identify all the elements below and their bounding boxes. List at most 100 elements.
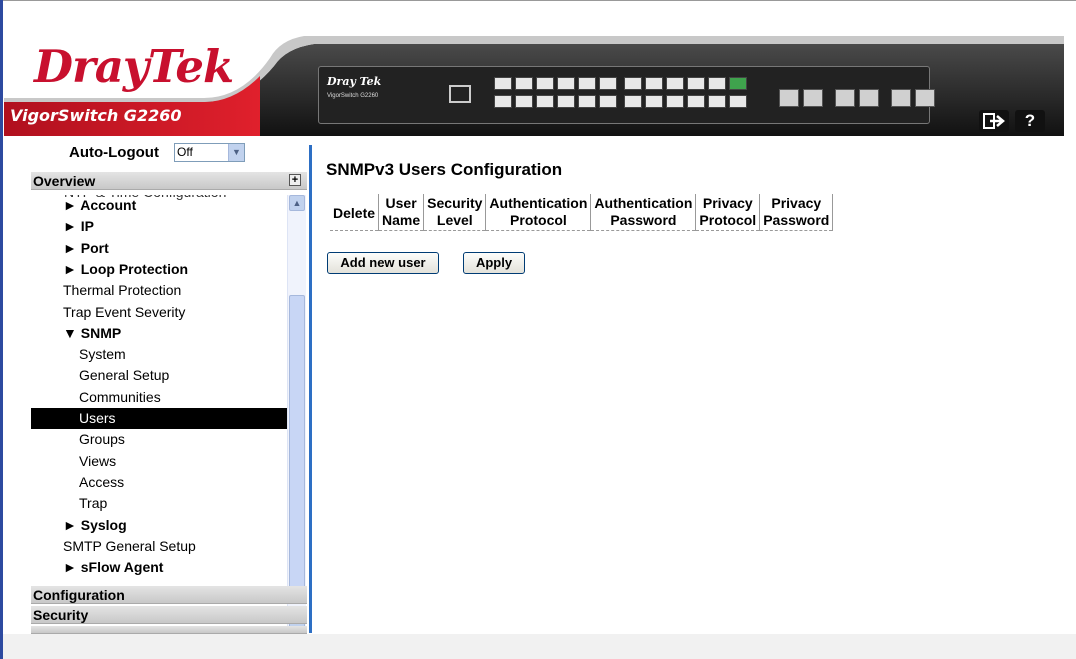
add-new-user-button[interactable]: Add new user bbox=[327, 252, 439, 274]
sidebar-item-syslog[interactable]: ► Syslog bbox=[31, 515, 287, 536]
ethernet-port bbox=[687, 95, 705, 108]
auto-logout-label: Auto-Logout bbox=[69, 144, 159, 161]
sfp-port bbox=[835, 89, 855, 107]
ethernet-port bbox=[515, 77, 533, 90]
expand-plus-icon[interactable]: + bbox=[289, 174, 301, 186]
section-configuration[interactable]: Configuration bbox=[31, 586, 307, 604]
column-header: Privacy Password bbox=[759, 194, 834, 231]
configuration-label: Configuration bbox=[33, 587, 125, 603]
logout-arrow-icon bbox=[983, 113, 1005, 129]
sidebar-item-groups[interactable]: Groups bbox=[31, 429, 287, 450]
auto-logout-select[interactable]: Off ▼ bbox=[174, 143, 245, 162]
draytek-logo: DrayTek bbox=[34, 40, 234, 93]
column-header: Privacy Protocol bbox=[695, 194, 761, 231]
section-security[interactable]: Security bbox=[31, 606, 307, 624]
column-header-line: Authentication bbox=[489, 195, 588, 211]
scroll-thumb[interactable] bbox=[289, 295, 305, 603]
sidebar-item-trap-event-severity[interactable]: Trap Event Severity bbox=[31, 302, 287, 323]
header-banner: DrayTek VigorSwitch G2260 Dray Tek Vigor… bbox=[4, 30, 1064, 136]
snmpv3-users-table: Delete User Name Security Level Authenticatio… bbox=[330, 194, 834, 231]
sidebar-item-snmp[interactable]: ▼ SNMP bbox=[31, 323, 287, 344]
ethernet-port bbox=[557, 77, 575, 90]
ethernet-port bbox=[624, 77, 642, 90]
help-icon: ? bbox=[1024, 111, 1036, 130]
ethernet-port bbox=[494, 77, 512, 90]
column-header-line: Privacy bbox=[702, 195, 753, 211]
column-header-line: Delete bbox=[333, 204, 376, 221]
sfp-port bbox=[891, 89, 911, 107]
ethernet-port bbox=[578, 95, 596, 108]
column-header-line: Password bbox=[610, 212, 677, 228]
content-divider bbox=[309, 145, 312, 633]
menu-list: NTP & Time Configuration ► Account► IP► … bbox=[31, 195, 307, 597]
ethernet-port bbox=[687, 77, 705, 90]
ethernet-port bbox=[645, 95, 663, 108]
column-header-line: Name bbox=[382, 212, 421, 228]
column-header-line: Privacy bbox=[771, 195, 822, 211]
column-header-line: Security bbox=[427, 195, 483, 211]
security-label: Security bbox=[33, 607, 89, 623]
top-border bbox=[0, 0, 1076, 1]
ethernet-port bbox=[708, 95, 726, 108]
section-overview[interactable]: Overview + bbox=[31, 172, 307, 190]
sidebar-item-trap[interactable]: Trap bbox=[31, 493, 287, 514]
page-title: SNMPv3 Users Configuration bbox=[326, 160, 563, 179]
status-strip bbox=[3, 634, 1076, 659]
column-header: User Name bbox=[378, 194, 425, 231]
ethernet-port bbox=[599, 77, 617, 90]
column-header: Authentication Password bbox=[590, 194, 697, 231]
ethernet-port bbox=[557, 95, 575, 108]
section-maintenance-partial[interactable] bbox=[31, 626, 307, 634]
column-header: Authentication Protocol bbox=[485, 194, 592, 231]
auto-logout-value: Off bbox=[177, 145, 193, 159]
sidebar-item-users[interactable]: Users bbox=[31, 408, 287, 429]
console-port bbox=[449, 85, 471, 103]
sidebar-item-thermal-protection[interactable]: Thermal Protection bbox=[31, 280, 287, 301]
device-model: VigorSwitch G2260 bbox=[327, 93, 379, 99]
apply-button[interactable]: Apply bbox=[463, 252, 525, 274]
sidebar-item-account[interactable]: ► Account bbox=[31, 195, 287, 216]
sidebar-item-access[interactable]: Access bbox=[31, 472, 287, 493]
column-header-line: Level bbox=[436, 212, 473, 228]
ethernet-port bbox=[666, 77, 684, 90]
ethernet-port bbox=[599, 95, 617, 108]
sidebar-item-system[interactable]: System bbox=[31, 344, 287, 365]
help-button[interactable]: ? bbox=[1015, 110, 1045, 132]
ethernet-port bbox=[536, 95, 554, 108]
logout-button[interactable] bbox=[979, 110, 1009, 132]
ethernet-port bbox=[515, 95, 533, 108]
sidebar-item-communities[interactable]: Communities bbox=[31, 387, 287, 408]
sidebar-item-general-setup[interactable]: General Setup bbox=[31, 365, 287, 386]
column-header-line: Authentication bbox=[594, 195, 693, 211]
ethernet-port bbox=[536, 77, 554, 90]
column-header-line: Protocol bbox=[699, 212, 757, 228]
ethernet-port bbox=[494, 95, 512, 108]
sidebar-item-views[interactable]: Views bbox=[31, 451, 287, 472]
column-header: Security Level bbox=[423, 194, 487, 231]
sidebar-item-ip[interactable]: ► IP bbox=[31, 216, 287, 237]
table-header-row: Delete User Name Security Level Authenticatio… bbox=[330, 194, 834, 231]
sfp-port bbox=[859, 89, 879, 107]
sidebar-item-smtp-general-setup[interactable]: SMTP General Setup bbox=[31, 536, 287, 557]
sfp-port bbox=[779, 89, 799, 107]
device-brand: Dray Tek bbox=[327, 75, 382, 88]
ethernet-port bbox=[729, 77, 747, 90]
sidebar-item-loop-protection[interactable]: ► Loop Protection bbox=[31, 259, 287, 280]
sidebar: Auto-Logout Off ▼ Overview + NTP & Time … bbox=[31, 143, 307, 634]
left-border bbox=[0, 0, 3, 659]
ethernet-port bbox=[729, 95, 747, 108]
ethernet-port bbox=[708, 77, 726, 90]
scroll-up-icon[interactable]: ▲ bbox=[289, 195, 305, 211]
switch-front-panel: Dray Tek VigorSwitch G2260 bbox=[318, 66, 935, 124]
sfp-port bbox=[803, 89, 823, 107]
sidebar-scrollbar[interactable]: ▲ ▼ bbox=[287, 195, 306, 633]
chevron-down-icon: ▼ bbox=[228, 144, 244, 161]
sidebar-item-sflow-agent[interactable]: ► sFlow Agent bbox=[31, 557, 287, 578]
sidebar-item-port[interactable]: ► Port bbox=[31, 238, 287, 259]
ethernet-port bbox=[624, 95, 642, 108]
column-header-line: Protocol bbox=[510, 212, 567, 228]
ethernet-port bbox=[645, 77, 663, 90]
column-header-line: Password bbox=[763, 212, 830, 228]
ethernet-port bbox=[666, 95, 684, 108]
sfp-port bbox=[915, 89, 935, 107]
